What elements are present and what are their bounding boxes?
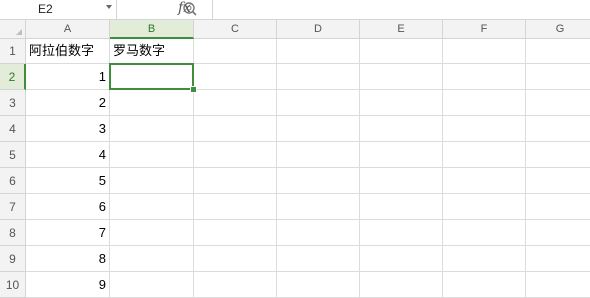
cell-g1[interactable] bbox=[526, 39, 590, 64]
cell-d7[interactable] bbox=[277, 194, 360, 220]
cell-g5[interactable] bbox=[526, 142, 590, 168]
cell-c6[interactable] bbox=[194, 168, 277, 194]
cell-c1[interactable] bbox=[194, 39, 277, 64]
cell-e10[interactable] bbox=[360, 272, 443, 298]
row-header-2[interactable]: 2 bbox=[0, 64, 26, 90]
row-header-9[interactable]: 9 bbox=[0, 246, 26, 272]
cell-d1[interactable] bbox=[277, 39, 360, 64]
chevron-down-icon[interactable] bbox=[106, 5, 112, 9]
function-icon[interactable]: fx bbox=[178, 0, 191, 16]
formula-bar: E2 fx bbox=[0, 0, 590, 20]
cell-b4[interactable] bbox=[110, 116, 194, 142]
cell-g2[interactable] bbox=[526, 64, 590, 90]
row-header-4[interactable]: 4 bbox=[0, 116, 26, 142]
column-header-a[interactable]: A bbox=[26, 20, 110, 39]
name-box-value: E2 bbox=[38, 2, 53, 16]
cell-f10[interactable] bbox=[443, 272, 526, 298]
cell-b5[interactable] bbox=[110, 142, 194, 168]
cell-a4[interactable]: 3 bbox=[26, 116, 110, 142]
cell-g7[interactable] bbox=[526, 194, 590, 220]
cell-d4[interactable] bbox=[277, 116, 360, 142]
cell-g3[interactable] bbox=[526, 90, 590, 116]
select-all-triangle-icon bbox=[16, 29, 22, 35]
cell-e1[interactable] bbox=[360, 39, 443, 64]
cell-g9[interactable] bbox=[526, 246, 590, 272]
cell-e5[interactable] bbox=[360, 142, 443, 168]
cell-b9[interactable] bbox=[110, 246, 194, 272]
cell-f7[interactable] bbox=[443, 194, 526, 220]
cell-f1[interactable] bbox=[443, 39, 526, 64]
cell-a8[interactable]: 7 bbox=[26, 220, 110, 246]
row-header-7[interactable]: 7 bbox=[0, 194, 26, 220]
row-header-10[interactable]: 10 bbox=[0, 272, 26, 298]
cell-b10[interactable] bbox=[110, 272, 194, 298]
formula-input[interactable] bbox=[212, 0, 590, 19]
row-header-6[interactable]: 6 bbox=[0, 168, 26, 194]
cell-d9[interactable] bbox=[277, 246, 360, 272]
cell-e3[interactable] bbox=[360, 90, 443, 116]
cell-a7[interactable]: 6 bbox=[26, 194, 110, 220]
cell-a9[interactable]: 8 bbox=[26, 246, 110, 272]
fill-handle[interactable] bbox=[190, 86, 197, 93]
cell-d8[interactable] bbox=[277, 220, 360, 246]
cell-d2[interactable] bbox=[277, 64, 360, 90]
cell-b6[interactable] bbox=[110, 168, 194, 194]
cell-e7[interactable] bbox=[360, 194, 443, 220]
cell-f6[interactable] bbox=[443, 168, 526, 194]
cell-a10[interactable]: 9 bbox=[26, 272, 110, 298]
cell-f8[interactable] bbox=[443, 220, 526, 246]
cell-a5[interactable]: 4 bbox=[26, 142, 110, 168]
cell-c10[interactable] bbox=[194, 272, 277, 298]
row-header-8[interactable]: 8 bbox=[0, 220, 26, 246]
cell-g4[interactable] bbox=[526, 116, 590, 142]
cell-f3[interactable] bbox=[443, 90, 526, 116]
column-header-c[interactable]: C bbox=[194, 20, 277, 39]
cell-c5[interactable] bbox=[194, 142, 277, 168]
column-header-g[interactable]: G bbox=[526, 20, 590, 39]
row-header-1[interactable]: 1 bbox=[0, 39, 26, 64]
formula-tools bbox=[118, 0, 212, 19]
cell-g8[interactable] bbox=[526, 220, 590, 246]
cell-b7[interactable] bbox=[110, 194, 194, 220]
cell-c3[interactable] bbox=[194, 90, 277, 116]
column-header-b[interactable]: B bbox=[110, 20, 194, 39]
cell-c7[interactable] bbox=[194, 194, 277, 220]
row-header-3[interactable]: 3 bbox=[0, 90, 26, 116]
cell-e8[interactable] bbox=[360, 220, 443, 246]
row-header-5[interactable]: 5 bbox=[0, 142, 26, 168]
cell-f2[interactable] bbox=[443, 64, 526, 90]
cell-c2[interactable] bbox=[194, 64, 277, 90]
cell-f5[interactable] bbox=[443, 142, 526, 168]
cell-d5[interactable] bbox=[277, 142, 360, 168]
cell-a2[interactable]: 1 bbox=[26, 64, 110, 90]
cell-c9[interactable] bbox=[194, 246, 277, 272]
cell-a6[interactable]: 5 bbox=[26, 168, 110, 194]
column-header-e[interactable]: E bbox=[360, 20, 443, 39]
column-header-f[interactable]: F bbox=[443, 20, 526, 39]
select-all-corner[interactable] bbox=[0, 20, 26, 39]
cell-f9[interactable] bbox=[443, 246, 526, 272]
cell-f4[interactable] bbox=[443, 116, 526, 142]
cell-b3[interactable] bbox=[110, 90, 194, 116]
cell-e2[interactable] bbox=[360, 64, 443, 90]
cell-a1[interactable]: 阿拉伯数字 bbox=[26, 39, 110, 64]
cell-d6[interactable] bbox=[277, 168, 360, 194]
cell-c4[interactable] bbox=[194, 116, 277, 142]
cell-g10[interactable] bbox=[526, 272, 590, 298]
cell-e4[interactable] bbox=[360, 116, 443, 142]
cell-d3[interactable] bbox=[277, 90, 360, 116]
spreadsheet-grid: A B C D E F G 1 阿拉伯数字 罗马数字 2 1 3 2 4 3 5 4 6 5 7 6 8 7 9 8 10 9 bbox=[0, 20, 590, 298]
cell-c8[interactable] bbox=[194, 220, 277, 246]
cell-e6[interactable] bbox=[360, 168, 443, 194]
cell-b8[interactable] bbox=[110, 220, 194, 246]
column-header-d[interactable]: D bbox=[277, 20, 360, 39]
cell-e9[interactable] bbox=[360, 246, 443, 272]
active-cell-border bbox=[109, 63, 194, 90]
cell-b1[interactable]: 罗马数字 bbox=[110, 39, 194, 64]
cell-d10[interactable] bbox=[277, 272, 360, 298]
cell-a3[interactable]: 2 bbox=[26, 90, 110, 116]
cell-g6[interactable] bbox=[526, 168, 590, 194]
name-box[interactable]: E2 bbox=[0, 0, 117, 19]
